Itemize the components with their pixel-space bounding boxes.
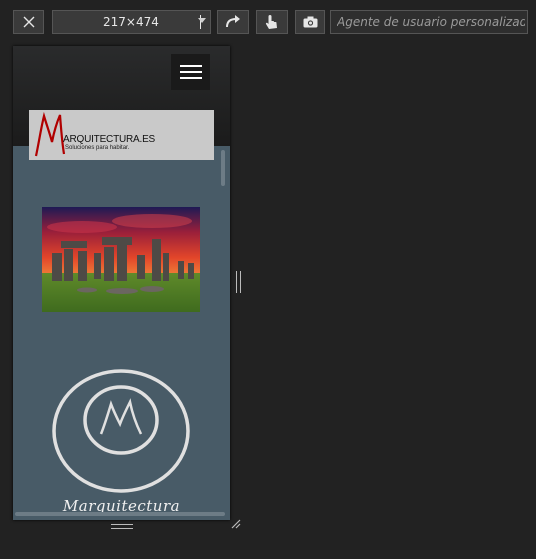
logo-title: ARQUITECTURA.ES — [63, 134, 156, 145]
user-agent-input[interactable] — [330, 10, 528, 34]
rotate-button[interactable] — [217, 10, 249, 34]
site-logo[interactable]: ARQUITECTURA.ES Soluciones para habitar. — [29, 110, 214, 160]
logo-m-mark — [34, 112, 66, 157]
camera-icon — [303, 16, 317, 28]
device-size-selector[interactable]: 217×474 — [52, 10, 211, 34]
hamburger-icon[interactable] — [171, 54, 210, 90]
horizontal-scrollbar[interactable] — [15, 512, 225, 516]
vertical-scrollbar[interactable] — [221, 150, 225, 186]
logo-tagline: Soluciones para habitar. — [65, 145, 130, 151]
corner-resize-icon[interactable] — [231, 519, 241, 529]
chevron-down-icon[interactable] — [198, 18, 206, 23]
rotate-icon — [226, 15, 240, 28]
width-resize-handle[interactable] — [236, 271, 241, 293]
close-icon — [23, 16, 34, 28]
touch-simulation-button[interactable] — [256, 10, 288, 34]
touch-icon — [265, 15, 277, 29]
device-viewport[interactable]: ARQUITECTURA.ES Soluciones para habitar. — [13, 46, 230, 520]
brand-emblem[interactable] — [50, 368, 192, 498]
screenshot-button[interactable] — [295, 10, 325, 34]
stonehenge-photo — [42, 207, 200, 312]
close-responsive-button[interactable] — [13, 10, 44, 34]
height-resize-handle[interactable] — [111, 524, 133, 529]
size-value: 217×474 — [103, 15, 159, 29]
